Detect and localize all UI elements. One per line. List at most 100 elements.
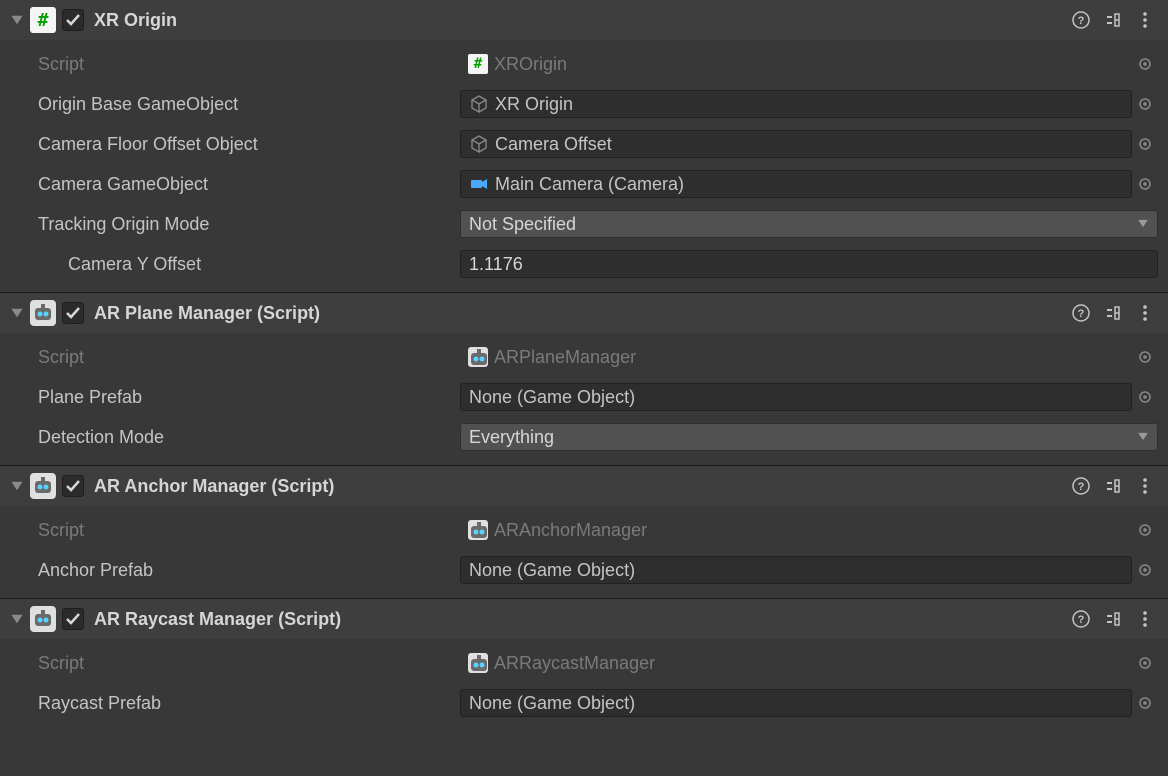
more-icon[interactable] xyxy=(1130,604,1160,634)
component-0: #XR Origin?Script#XROriginOrigin Base Ga… xyxy=(0,0,1168,292)
help-icon[interactable]: ? xyxy=(1066,471,1096,501)
enable-checkbox[interactable] xyxy=(62,608,84,630)
object-picker-icon xyxy=(1132,522,1158,538)
foldout-icon[interactable] xyxy=(8,11,26,29)
property-value: None (Game Object) xyxy=(460,689,1158,717)
property-label: Script xyxy=(0,653,460,674)
script-icon: # xyxy=(30,7,56,33)
component-header[interactable]: AR Anchor Manager (Script)? xyxy=(0,466,1168,506)
script-reference: ARAnchorManager xyxy=(460,516,1132,544)
component-header[interactable]: AR Raycast Manager (Script)? xyxy=(0,599,1168,639)
object-picker-icon xyxy=(1132,655,1158,671)
property-value: Main Camera (Camera) xyxy=(460,170,1158,198)
object-field[interactable]: XR Origin xyxy=(460,90,1132,118)
preset-icon[interactable] xyxy=(1098,471,1128,501)
more-icon[interactable] xyxy=(1130,298,1160,328)
preset-icon[interactable] xyxy=(1098,604,1128,634)
property-label: Camera Y Offset xyxy=(0,254,460,275)
help-icon[interactable]: ? xyxy=(1066,604,1096,634)
dropdown[interactable]: Everything xyxy=(460,423,1158,451)
more-icon[interactable] xyxy=(1130,5,1160,35)
chevron-down-icon xyxy=(1137,214,1149,235)
property-value: Everything xyxy=(460,423,1158,451)
object-field[interactable]: None (Game Object) xyxy=(460,383,1132,411)
component-title: XR Origin xyxy=(94,10,177,31)
property-label: Detection Mode xyxy=(0,427,460,448)
enable-checkbox[interactable] xyxy=(62,302,84,324)
property-value: # XROrigin xyxy=(460,50,1158,78)
foldout-icon[interactable] xyxy=(8,304,26,322)
enable-checkbox[interactable] xyxy=(62,475,84,497)
cube-icon xyxy=(469,134,489,154)
property-label: Plane Prefab xyxy=(0,387,460,408)
foldout-icon[interactable] xyxy=(8,477,26,495)
property-label: Anchor Prefab xyxy=(0,560,460,581)
script-reference: # XROrigin xyxy=(460,50,1132,78)
enable-checkbox[interactable] xyxy=(62,9,84,31)
component-body: ScriptARAnchorManagerAnchor Prefab None (… xyxy=(0,506,1168,598)
property-value: XR Origin xyxy=(460,90,1158,118)
object-picker-icon xyxy=(1132,56,1158,72)
object-picker-icon[interactable] xyxy=(1132,562,1158,578)
chevron-down-icon xyxy=(1137,427,1149,448)
dropdown-value: Not Specified xyxy=(469,214,576,235)
property-row: Detection ModeEverything xyxy=(0,417,1168,457)
property-row: Script # XROrigin xyxy=(0,44,1168,84)
object-name: Main Camera (Camera) xyxy=(495,174,684,195)
property-label: Script xyxy=(0,347,460,368)
component-title: AR Plane Manager (Script) xyxy=(94,303,320,324)
property-value: None (Game Object) xyxy=(460,383,1158,411)
dropdown[interactable]: Not Specified xyxy=(460,210,1158,238)
object-name: None (Game Object) xyxy=(469,387,635,408)
property-value: None (Game Object) xyxy=(460,556,1158,584)
script-icon: # xyxy=(468,54,488,74)
object-picker-icon[interactable] xyxy=(1132,695,1158,711)
property-value: ARAnchorManager xyxy=(460,516,1158,544)
object-name: XR Origin xyxy=(495,94,573,115)
more-icon[interactable] xyxy=(1130,471,1160,501)
script-reference: ARRaycastManager xyxy=(460,649,1132,677)
property-label: Script xyxy=(0,54,460,75)
help-icon[interactable]: ? xyxy=(1066,5,1096,35)
object-field[interactable]: Main Camera (Camera) xyxy=(460,170,1132,198)
help-icon[interactable]: ? xyxy=(1066,298,1096,328)
robot-icon xyxy=(30,473,56,499)
object-picker-icon[interactable] xyxy=(1132,136,1158,152)
object-field[interactable]: None (Game Object) xyxy=(460,689,1132,717)
object-field[interactable]: Camera Offset xyxy=(460,130,1132,158)
property-value: Camera Offset xyxy=(460,130,1158,158)
foldout-icon[interactable] xyxy=(8,610,26,628)
number-input[interactable]: 1.1176 xyxy=(460,250,1158,278)
property-row: Tracking Origin Mode Not Specified xyxy=(0,204,1168,244)
object-name: None (Game Object) xyxy=(469,560,635,581)
property-label: Tracking Origin Mode xyxy=(0,214,460,235)
component-body: ScriptARPlaneManagerPlane Prefab None (Ga… xyxy=(0,333,1168,465)
script-reference: ARPlaneManager xyxy=(460,343,1132,371)
property-value: ARPlaneManager xyxy=(460,343,1158,371)
property-label: Script xyxy=(0,520,460,541)
robot-icon xyxy=(30,606,56,632)
preset-icon[interactable] xyxy=(1098,5,1128,35)
property-row: Plane Prefab None (Game Object) xyxy=(0,377,1168,417)
property-row: Raycast PrefabNone (Game Object) xyxy=(0,683,1168,723)
robot-icon xyxy=(468,653,488,673)
robot-icon xyxy=(30,300,56,326)
component-header[interactable]: # XR Origin? xyxy=(0,0,1168,40)
component-title: AR Raycast Manager (Script) xyxy=(94,609,341,630)
component-header[interactable]: AR Plane Manager (Script)? xyxy=(0,293,1168,333)
property-label: Raycast Prefab xyxy=(0,693,460,714)
property-value: 1.1176 xyxy=(460,250,1158,278)
script-name: ARRaycastManager xyxy=(494,653,655,674)
object-name: Camera Offset xyxy=(495,134,612,155)
object-picker-icon xyxy=(1132,349,1158,365)
svg-text:?: ? xyxy=(1078,614,1085,626)
component-2: AR Anchor Manager (Script)?ScriptARAncho… xyxy=(0,465,1168,598)
object-picker-icon[interactable] xyxy=(1132,389,1158,405)
preset-icon[interactable] xyxy=(1098,298,1128,328)
object-picker-icon[interactable] xyxy=(1132,176,1158,192)
camera-icon xyxy=(469,174,489,194)
object-field[interactable]: None (Game Object) xyxy=(460,556,1132,584)
script-name: XROrigin xyxy=(494,54,567,75)
object-picker-icon[interactable] xyxy=(1132,96,1158,112)
input-value: 1.1176 xyxy=(469,254,523,275)
